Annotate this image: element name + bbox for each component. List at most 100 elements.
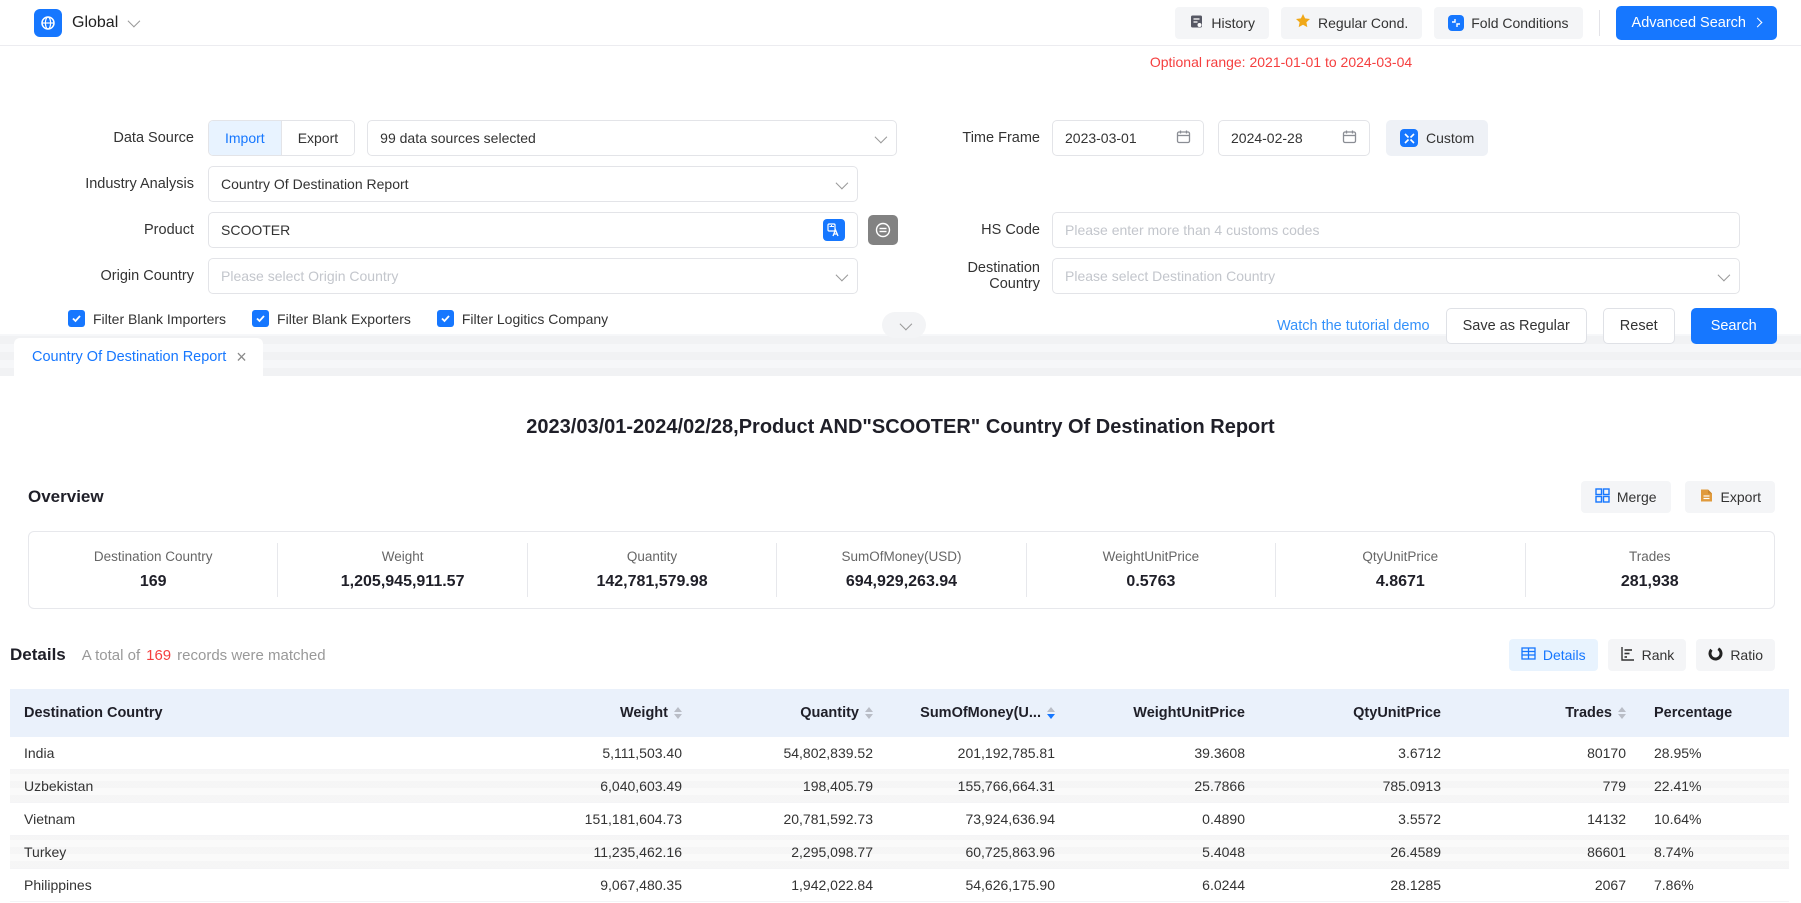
advanced-search-label: Advanced Search	[1632, 15, 1746, 31]
cell-quantity: 1,942,022.84	[696, 877, 887, 893]
checkbox-checked-icon	[252, 310, 269, 327]
stat-value: 4.8671	[1280, 573, 1520, 591]
cell-country: Turkey	[10, 844, 510, 860]
history-button[interactable]: History	[1175, 7, 1269, 39]
history-label: History	[1211, 15, 1255, 31]
collapse-conditions-toggle[interactable]	[882, 312, 926, 338]
chevron-down-icon	[836, 176, 849, 189]
checkbox-label: Filter Logitics Company	[462, 311, 608, 327]
start-date-value: 2023-03-01	[1065, 130, 1137, 146]
col-percentage: Percentage	[1640, 705, 1789, 721]
import-tab[interactable]: Import	[209, 121, 281, 155]
export-tab[interactable]: Export	[281, 121, 354, 155]
table-row[interactable]: India 5,111,503.40 54,802,839.52 201,192…	[10, 737, 1789, 770]
exact-match-button[interactable]	[868, 215, 898, 245]
col-trades[interactable]: Trades	[1455, 705, 1640, 721]
destination-country-label: Destination Country	[922, 260, 1052, 292]
search-button[interactable]: Search	[1691, 308, 1777, 344]
filter-blank-importers-checkbox[interactable]: Filter Blank Importers	[68, 310, 226, 327]
checkbox-checked-icon	[68, 310, 85, 327]
table-header-row: Destination Country Weight Quantity SumO…	[10, 689, 1789, 737]
sort-icon[interactable]	[865, 707, 873, 719]
chevron-down-icon	[128, 15, 141, 28]
stat-label: SumOfMoney(USD)	[781, 549, 1021, 564]
advanced-search-button[interactable]: Advanced Search	[1616, 6, 1777, 40]
merge-button[interactable]: Merge	[1581, 481, 1671, 513]
table-row[interactable]: Uzbekistan 6,040,603.49 198,405.79 155,7…	[10, 770, 1789, 803]
tab-country-of-destination-report[interactable]: Country Of Destination Report ×	[14, 338, 263, 376]
cell-quantity: 54,802,839.52	[696, 745, 887, 761]
col-weight[interactable]: Weight	[510, 705, 696, 721]
close-icon[interactable]: ×	[236, 348, 247, 366]
industry-analysis-value: Country Of Destination Report	[221, 176, 409, 192]
reset-button[interactable]: Reset	[1603, 308, 1675, 344]
cell-weight: 9,067,480.35	[510, 877, 696, 893]
custom-label: Custom	[1426, 130, 1474, 146]
export-label: Export	[1721, 489, 1761, 505]
view-rank-button[interactable]: Rank	[1608, 639, 1687, 671]
sort-desc-icon[interactable]	[1047, 707, 1055, 719]
chevron-down-icon	[875, 130, 888, 143]
origin-country-label: Origin Country	[12, 268, 208, 284]
cell-sum: 201,192,785.81	[887, 745, 1069, 761]
cell-percentage: 10.64%	[1640, 811, 1789, 827]
cell-percentage: 8.74%	[1640, 844, 1789, 860]
cell-weight: 6,040,603.49	[510, 778, 696, 794]
destination-country-select[interactable]: Please select Destination Country	[1052, 258, 1740, 294]
filter-blank-exporters-checkbox[interactable]: Filter Blank Exporters	[252, 310, 411, 327]
col-weight-unit-price: WeightUnitPrice	[1069, 705, 1259, 721]
regular-cond-label: Regular Cond.	[1318, 15, 1408, 31]
fold-conditions-button[interactable]: Fold Conditions	[1434, 7, 1582, 39]
stat-value: 0.5763	[1031, 573, 1271, 591]
tab-label: Country Of Destination Report	[32, 349, 226, 365]
col-quantity[interactable]: Quantity	[696, 705, 887, 721]
stat-label: QtyUnitPrice	[1280, 549, 1520, 564]
table-row[interactable]: Vietnam 151,181,604.73 20,781,592.73 73,…	[10, 803, 1789, 836]
stat-weight-unit-price: WeightUnitPrice 0.5763	[1026, 543, 1275, 597]
brand-menu[interactable]: Global	[34, 9, 137, 37]
table-row[interactable]: Philippines 9,067,480.35 1,942,022.84 54…	[10, 869, 1789, 902]
cell-trades: 2067	[1455, 877, 1640, 893]
cell-percentage: 22.41%	[1640, 778, 1789, 794]
col-qty-unit-price: QtyUnitPrice	[1259, 705, 1455, 721]
col-sum-of-money[interactable]: SumOfMoney(U...	[887, 705, 1069, 721]
product-input[interactable]: SCOOTER	[208, 212, 858, 248]
hs-code-label: HS Code	[922, 222, 1052, 238]
industry-analysis-select[interactable]: Country Of Destination Report	[208, 166, 858, 202]
table-row[interactable]: Turkey 11,235,462.16 2,295,098.77 60,725…	[10, 836, 1789, 869]
cell-wup: 6.0244	[1069, 877, 1259, 893]
regular-cond-button[interactable]: Regular Cond.	[1281, 7, 1422, 39]
stat-value: 169	[33, 573, 273, 591]
total-count: 169	[146, 647, 171, 664]
stat-label: Quantity	[532, 549, 772, 564]
origin-country-placeholder: Please select Origin Country	[221, 268, 398, 284]
cell-sum: 60,725,863.96	[887, 844, 1069, 860]
cell-quantity: 2,295,098.77	[696, 844, 887, 860]
data-source-toggle: Import Export	[208, 120, 355, 156]
start-date-input[interactable]: 2023-03-01	[1052, 120, 1204, 156]
data-source-select[interactable]: 99 data sources selected	[367, 120, 897, 156]
divider	[1599, 10, 1600, 36]
custom-range-button[interactable]: Custom	[1386, 120, 1488, 156]
details-heading: Details	[10, 645, 66, 665]
history-icon	[1189, 14, 1204, 32]
view-ratio-button[interactable]: Ratio	[1696, 639, 1775, 671]
filter-logitics-company-checkbox[interactable]: Filter Logitics Company	[437, 310, 608, 327]
export-button[interactable]: Export	[1685, 481, 1775, 513]
stat-value: 142,781,579.98	[532, 573, 772, 591]
overview-stats: Destination Country 169 Weight 1,205,945…	[28, 531, 1775, 609]
view-details-button[interactable]: Details	[1509, 639, 1598, 671]
pie-chart-icon	[1708, 646, 1723, 664]
sort-icon[interactable]	[674, 707, 682, 719]
data-source-value: 99 data sources selected	[380, 130, 536, 146]
translate-icon[interactable]	[823, 219, 845, 241]
tutorial-link[interactable]: Watch the tutorial demo	[1277, 318, 1430, 334]
stat-label: Weight	[282, 549, 522, 564]
hs-code-input[interactable]: Please enter more than 4 customs codes	[1052, 212, 1740, 248]
sort-icon[interactable]	[1618, 707, 1626, 719]
chevron-right-icon	[1753, 18, 1763, 28]
save-as-regular-button[interactable]: Save as Regular	[1446, 308, 1587, 344]
origin-country-select[interactable]: Please select Origin Country	[208, 258, 858, 294]
report-body: 2023/03/01-2024/02/28,Product AND"SCOOTE…	[0, 416, 1801, 902]
end-date-input[interactable]: 2024-02-28	[1218, 120, 1370, 156]
